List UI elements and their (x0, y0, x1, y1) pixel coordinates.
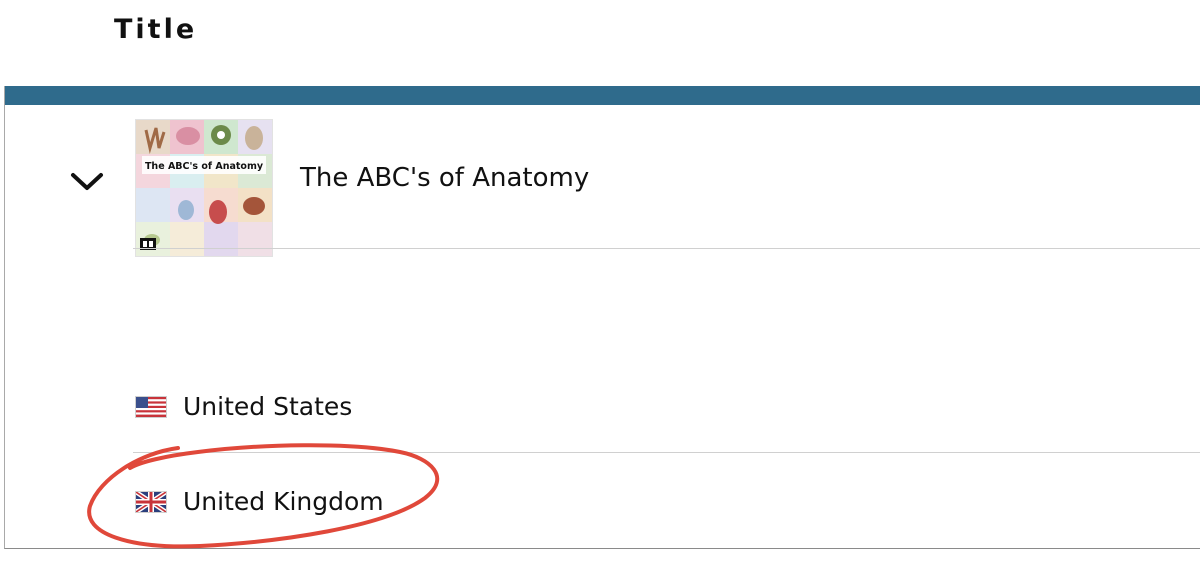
page-title: Title (114, 14, 198, 45)
chevron-down-icon[interactable] (65, 166, 109, 198)
uk-flag-icon (134, 489, 168, 514)
book-title: The ABC's of Anatomy (300, 163, 590, 193)
book-panel: The ABC's of Anatomy The ABC's of Anatom… (4, 86, 1200, 549)
marketplace-row-us[interactable]: United States (135, 392, 352, 421)
cover-title-text: The ABC's of Anatomy (145, 161, 264, 172)
us-flag-icon (135, 395, 167, 418)
book-cover-thumbnail: The ABC's of Anatomy (135, 119, 273, 257)
marketplace-label: United States (183, 392, 353, 421)
marketplace-row-uk[interactable]: United Kingdom (134, 487, 384, 516)
marketplace-divider (133, 452, 1200, 453)
marketplace-label: United Kingdom (183, 487, 384, 516)
book-row-divider (133, 248, 1200, 249)
panel-header-bar (5, 86, 1200, 105)
